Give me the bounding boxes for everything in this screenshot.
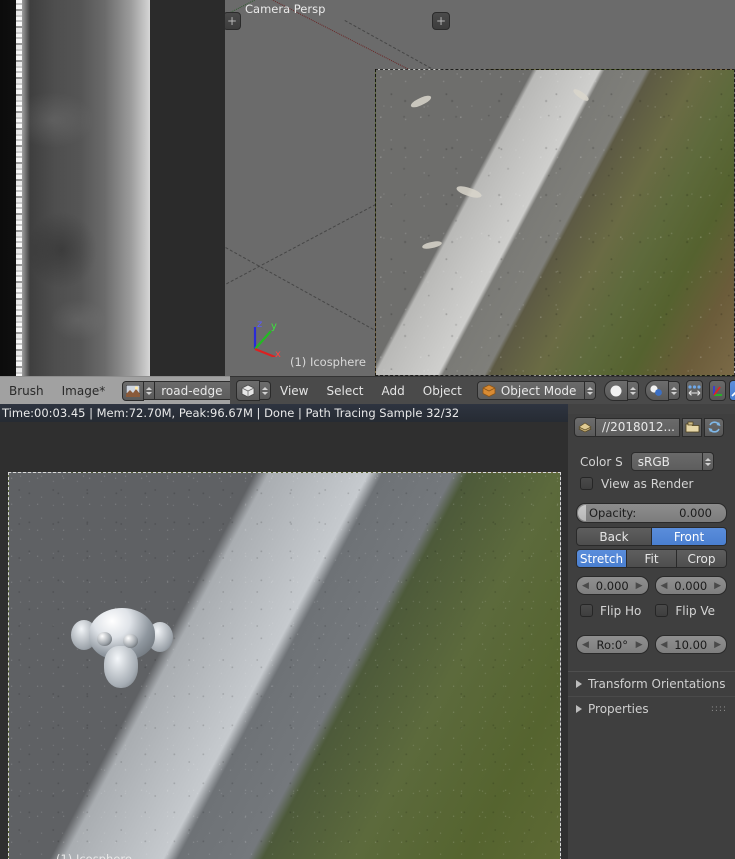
active-object-label: (1) Icosphere <box>290 355 366 369</box>
folder-open-icon[interactable] <box>682 417 702 437</box>
opacity-label: Opacity: <box>589 506 637 520</box>
panel-properties-label: Properties <box>588 701 649 716</box>
decrement-arrow-icon[interactable]: ◀ <box>661 640 668 650</box>
size-field[interactable]: ◀ 10.00 ▶ <box>654 635 727 654</box>
chevron-right-icon <box>576 704 582 713</box>
view-as-render-label: View as Render <box>601 476 694 491</box>
svg-text:y: y <box>271 321 277 332</box>
flip-horizontal-checkbox[interactable] <box>580 604 593 617</box>
opacity-fill <box>578 505 586 521</box>
interaction-mode-label: Object Mode <box>500 383 577 398</box>
increment-arrow-icon[interactable]: ▶ <box>636 640 643 650</box>
decrement-arrow-icon[interactable]: ◀ <box>661 581 668 591</box>
image-editor[interactable] <box>0 0 225 376</box>
panel-transform-orientations-label: Transform Orientations <box>588 676 726 691</box>
svg-text:x: x <box>275 349 281 357</box>
svg-text:z: z <box>257 319 262 330</box>
scene-spheres-icon[interactable] <box>644 380 669 401</box>
interaction-mode-spinner[interactable] <box>584 381 596 400</box>
panel-properties[interactable]: Properties :::: <box>568 696 735 720</box>
blender-window: + + Camera Persp (1) Icosphere z y x Bru… <box>0 0 735 859</box>
properties-region-toggle-icon[interactable]: + <box>225 12 241 30</box>
snap-magnet-icon[interactable] <box>685 380 703 401</box>
opacity-value: 0.000 <box>679 506 712 520</box>
offset-x-value: 0.000 <box>595 578 629 593</box>
opacity-slider[interactable]: Opacity: 0.000 <box>576 503 727 523</box>
color-space-value[interactable]: sRGB <box>630 452 703 471</box>
render-result-editor[interactable]: Time:00:03.45 | Mem:72.70M, Peak:96.67M … <box>0 404 568 859</box>
active-object-label: (1) Icosphere <box>56 852 132 859</box>
panel-scroll-top <box>568 404 735 414</box>
render-status-bar: Time:00:03.45 | Mem:72.70M, Peak:96.67M … <box>0 404 568 422</box>
suzanne-monkey-object[interactable] <box>71 598 181 698</box>
chevron-right-icon <box>576 679 582 688</box>
image-editor-canvas[interactable] <box>0 0 150 376</box>
render-status-text: Time:00:03.45 | Mem:72.70M, Peak:96.67M … <box>2 406 460 420</box>
editor-type-icon[interactable] <box>236 380 260 401</box>
shading-solid-icon[interactable] <box>603 380 628 401</box>
suzanne-eye-left <box>97 632 112 646</box>
plus-glyph: + <box>226 14 238 28</box>
frame-method-fit[interactable]: Fit <box>627 549 677 568</box>
3d-viewport[interactable]: + + Camera Persp (1) Icosphere z y x <box>225 0 735 376</box>
menu-object[interactable]: Object <box>414 377 471 404</box>
panel-grip-icon[interactable]: :::: <box>711 704 727 714</box>
transform-arrow-icon[interactable] <box>728 380 735 401</box>
frame-method-crop[interactable]: Crop <box>677 549 727 568</box>
color-space-spinner[interactable] <box>702 452 714 471</box>
flip-horizontal-label: Flip Ho <box>600 603 642 618</box>
image-editor-header[interactable]: Brush Image* road-edge <box>0 376 251 404</box>
decrement-arrow-icon[interactable]: ◀ <box>582 581 589 591</box>
depth-front-button[interactable]: Front <box>652 527 727 546</box>
image-datablock-icon[interactable] <box>574 417 596 437</box>
transform-axis-icon[interactable] <box>708 380 726 401</box>
color-space-label: Color S <box>580 454 623 469</box>
properties-panel[interactable]: //2018012... Color S sRGB View as Render… <box>568 404 735 859</box>
increment-arrow-icon[interactable]: ▶ <box>636 581 643 591</box>
rotation-field[interactable]: ◀ Ro:0° ▶ <box>576 635 649 654</box>
offset-x-field[interactable]: ◀ 0.000 ▶ <box>576 576 649 595</box>
toolshelf-toggle-icon[interactable]: + <box>432 12 450 30</box>
menu-add[interactable]: Add <box>373 377 414 404</box>
scene-spinner[interactable] <box>668 381 680 400</box>
view-perspective-label: Camera Persp <box>245 2 326 16</box>
image-datablock-spinner[interactable] <box>144 381 156 400</box>
plus-glyph: + <box>435 14 447 28</box>
image-highlight-streak <box>16 0 22 376</box>
flip-vertical-label: Flip Ve <box>675 603 716 618</box>
editor-type-spinner[interactable] <box>260 381 271 400</box>
menu-image[interactable]: Image* <box>53 377 115 404</box>
decrement-arrow-icon[interactable]: ◀ <box>582 640 589 650</box>
increment-arrow-icon[interactable]: ▶ <box>714 640 721 650</box>
flip-vertical-checkbox[interactable] <box>655 604 669 617</box>
asphalt-texture <box>376 70 734 375</box>
menu-view[interactable]: View <box>271 377 317 404</box>
rotation-value: Ro:0° <box>596 637 628 652</box>
depth-back-button[interactable]: Back <box>576 527 652 546</box>
suzanne-muzzle <box>104 646 138 688</box>
view-as-render-checkbox[interactable] <box>580 477 593 490</box>
frame-method-stretch[interactable]: Stretch <box>576 549 627 568</box>
rendered-image[interactable] <box>8 472 561 859</box>
suzanne-eye-right <box>123 634 138 648</box>
3d-viewport-header[interactable]: View Select Add Object Object Mode <box>230 376 735 404</box>
offset-y-field[interactable]: ◀ 0.000 ▶ <box>654 576 727 595</box>
size-value: 10.00 <box>674 637 708 652</box>
offset-y-value: 0.000 <box>674 578 708 593</box>
menu-brush[interactable]: Brush <box>0 377 53 404</box>
image-datablock-icon[interactable] <box>122 380 145 401</box>
object-mode-icon <box>482 384 496 397</box>
menu-select[interactable]: Select <box>317 377 372 404</box>
shading-spinner[interactable] <box>627 381 639 400</box>
interaction-mode-selector[interactable]: Object Mode <box>476 381 585 400</box>
panel-transform-orientations[interactable]: Transform Orientations <box>568 671 735 695</box>
increment-arrow-icon[interactable]: ▶ <box>714 581 721 591</box>
axis-gizmo: z y x <box>253 319 281 357</box>
refresh-icon[interactable] <box>704 417 724 437</box>
image-path-field[interactable]: //2018012... <box>596 417 680 437</box>
camera-background-image <box>375 69 735 376</box>
